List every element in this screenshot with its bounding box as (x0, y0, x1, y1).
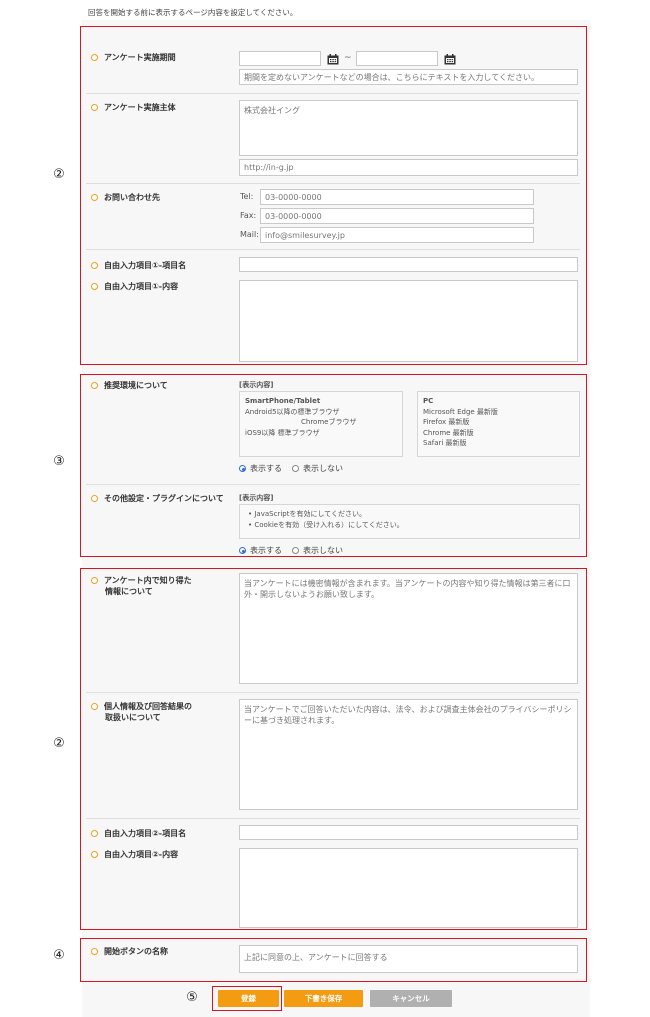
divider (86, 484, 580, 485)
pc-env-box: PC Microsoft Edge 最新版 Firefox 最新版 Chrome… (417, 391, 580, 457)
calendar-icon[interactable] (327, 54, 339, 65)
bullet-icon (91, 382, 98, 389)
bullet-icon (91, 262, 98, 269)
free2-name-label: 自由入力項目②-項目名 (91, 828, 186, 839)
save-draft-button[interactable]: 下書き保存 (284, 990, 363, 1007)
divider (86, 93, 580, 94)
marker-5: ⑤ (186, 990, 198, 1005)
period-note-input[interactable]: 期間を定めないアンケートなどの場合は、こちらにテキストを入力してください。 (239, 69, 578, 85)
period-tilde: ~ (344, 53, 352, 63)
calendar-icon[interactable] (444, 54, 456, 65)
survey-period-label: アンケート実施期間 (91, 52, 176, 63)
bullet-icon (91, 703, 98, 710)
contact-label: お問い合わせ先 (91, 192, 160, 203)
plugins-display-radio-group: 表示する 表示しない (239, 545, 343, 556)
free1-content-textarea[interactable] (239, 280, 578, 362)
divider (86, 249, 580, 250)
privacy-textarea[interactable]: 当アンケートでご回答いただいた内容は、法令、および調査主体会社のプライバシーポリ… (239, 699, 578, 810)
intro-text: 回答を開始する前に表示するページ内容を設定してください。 (88, 8, 298, 17)
environment-label: 推奨環境について (91, 380, 168, 391)
free2-content-label: 自由入力項目②-内容 (91, 849, 178, 860)
bullet-icon (91, 495, 98, 502)
start-button-name-input[interactable]: 上記に同意の上、アンケートに回答する (239, 945, 578, 973)
period-end-input[interactable] (356, 51, 438, 66)
organizer-url-input[interactable]: http://in-g.jp (239, 159, 578, 176)
environment-display-tag: [表示内容] (239, 381, 274, 389)
free2-content-textarea[interactable] (239, 848, 578, 928)
bullet-icon (91, 948, 98, 955)
mail-label: Mail: (240, 230, 259, 239)
divider (86, 818, 580, 819)
fax-label: Fax: (240, 211, 257, 220)
environment-show-radio[interactable] (239, 465, 246, 472)
marker-4: ④ (53, 948, 65, 963)
environment-display-radio-group: 表示する 表示しない (239, 463, 343, 474)
bullet-icon (91, 104, 98, 111)
smartphone-env-box: SmartPhone/Tablet Android5以降の標準ブラウザ Chro… (239, 391, 403, 457)
start-button-name-label: 開始ボタンの名称 (91, 946, 168, 957)
plugins-label: その他設定・プラグインについて (91, 493, 224, 504)
cancel-button[interactable]: キャンセル (370, 990, 452, 1007)
bullet-icon (91, 194, 98, 201)
plugins-hide-radio[interactable] (292, 547, 299, 554)
environment-hide-radio[interactable] (292, 465, 299, 472)
free1-name-label: 自由入力項目①-項目名 (91, 260, 186, 271)
marker-2-top: ② (53, 167, 65, 182)
plugins-show-radio[interactable] (239, 547, 246, 554)
plugins-display-tag: [表示内容] (239, 494, 274, 502)
bullet-icon (91, 577, 98, 584)
plugins-box: • JavaScriptを有効にしてください。 • Cookieを有効（受け入れ… (239, 504, 580, 539)
free2-name-input[interactable] (239, 825, 578, 840)
confidential-textarea[interactable]: 当アンケートには機密情報が含まれます。当アンケートの内容や知り得た情報は第三者に… (239, 573, 578, 684)
confidential-label: アンケート内で知り得た 情報について (91, 575, 192, 597)
privacy-label: 個人情報及び回答結果の 取扱いについて (91, 701, 192, 723)
marker-2-bottom: ② (53, 736, 65, 751)
bullet-icon (91, 54, 98, 61)
marker-3: ③ (53, 454, 65, 469)
tel-input[interactable]: 03-0000-0000 (260, 189, 534, 205)
mail-input[interactable]: info@smilesurvey.jp (260, 227, 534, 243)
bullet-icon (91, 283, 98, 290)
tel-label: Tel: (240, 192, 254, 201)
bullet-icon (91, 851, 98, 858)
free1-content-label: 自由入力項目①-内容 (91, 281, 178, 292)
register-button[interactable]: 登録 (218, 990, 279, 1007)
organizer-label: アンケート実施主体 (91, 102, 176, 113)
divider (86, 692, 580, 693)
period-start-input[interactable] (239, 51, 321, 66)
fax-input[interactable]: 03-0000-0000 (260, 208, 534, 224)
bullet-icon (91, 830, 98, 837)
organizer-name-textarea[interactable]: 株式会社イング (239, 100, 578, 156)
free1-name-input[interactable] (239, 257, 578, 272)
divider (86, 183, 580, 184)
